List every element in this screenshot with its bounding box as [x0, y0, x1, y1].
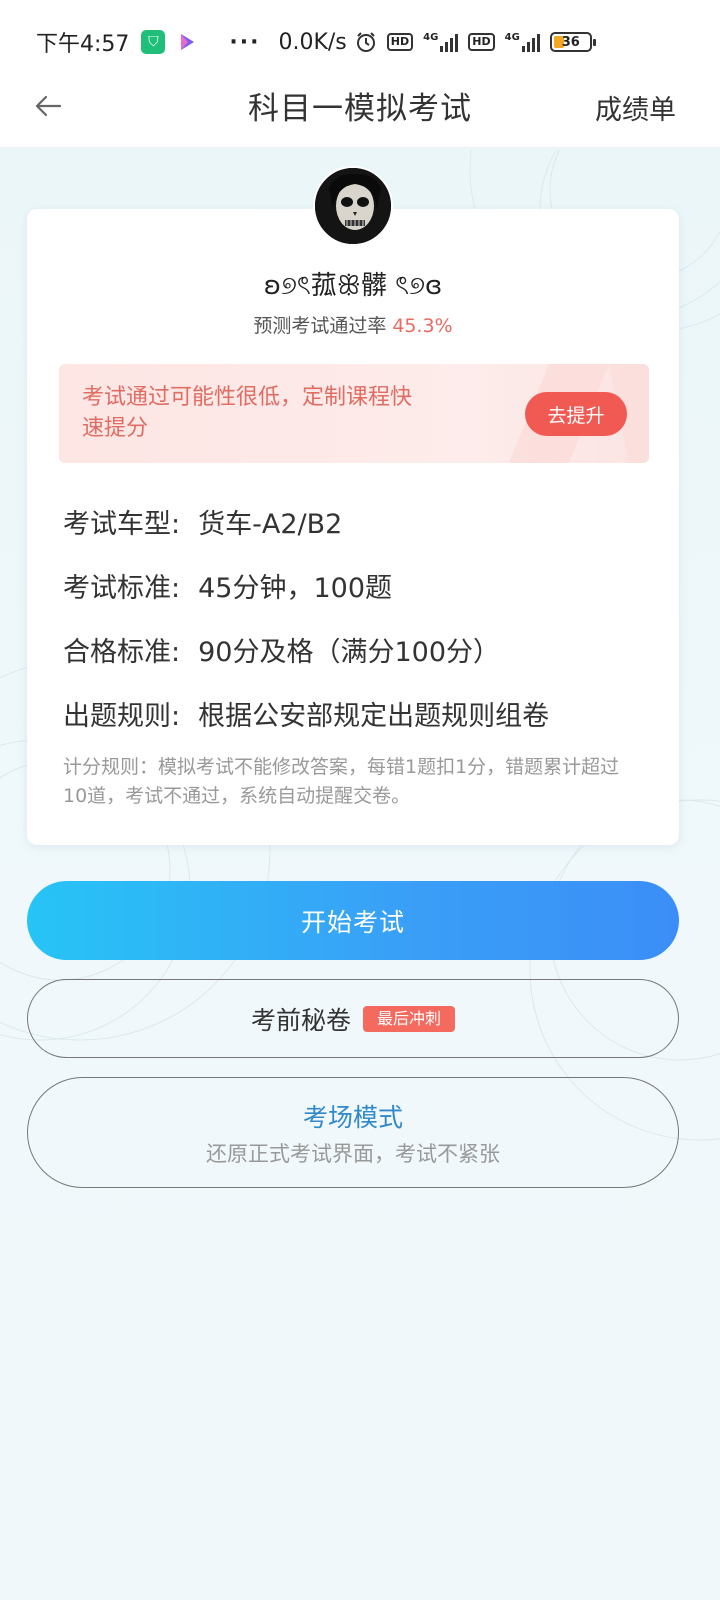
net-speed: 0.0K/s — [278, 29, 347, 55]
page-title: 科目一模拟考试 — [248, 91, 472, 127]
arrow-left-icon — [35, 95, 62, 117]
info-standard: 考试标准: 45分钟，100题 — [63, 566, 392, 605]
pass-value: 90分及格（满分100分） — [198, 637, 501, 668]
info-rule: 出题规则: 根据公安部规定出题规则组卷 — [63, 694, 549, 733]
start-exam-button[interactable]: 开始考试 — [27, 881, 679, 960]
more-notifications-icon: ··· — [229, 29, 261, 55]
pass-label: 合格标准: — [63, 637, 181, 668]
play-store-icon — [175, 30, 200, 54]
avatar[interactable] — [313, 166, 393, 246]
improve-button[interactable]: 去提升 — [525, 392, 627, 436]
scoring-rule-note: 计分规则：模拟考试不能修改答案，每错1题扣1分，错题累计超过10道，考试不通过，… — [63, 756, 620, 807]
rule-label: 出题规则: — [63, 701, 181, 732]
car-type-label: 考试车型: — [63, 509, 181, 540]
standard-value: 45分钟，100题 — [198, 573, 393, 604]
exam-room-mode-button[interactable]: 考场模式 还原正式考试界面，考试不紧张 — [27, 1077, 679, 1188]
hd-icon-2: HD — [468, 33, 495, 51]
nav-bar: 科目一模拟考试 成绩单 — [0, 64, 720, 148]
shield-app-icon: ⛉ — [141, 30, 166, 54]
battery-level: 36 — [561, 34, 580, 50]
back-button[interactable] — [28, 86, 68, 126]
hd-icon: HD — [386, 33, 414, 51]
network-type-2: 4G — [504, 32, 520, 43]
sprint-badge: 最后冲刺 — [363, 1005, 456, 1032]
pass-rate-label: 预测考试通过率 — [253, 315, 387, 337]
alarm-icon — [356, 32, 375, 52]
promo-banner: 考试通过可能性很低，定制课程快速提分 去提升 — [59, 364, 649, 463]
pass-rate: 预测考试通过率 45.3% — [0, 311, 706, 338]
info-car-type: 考试车型: 货车-A2/B2 — [63, 502, 342, 541]
exam-mode-subtitle: 还原正式考试界面，考试不紧张 — [206, 1141, 500, 1166]
signal-2-icon: 4G — [505, 32, 540, 52]
standard-label: 考试标准: — [63, 573, 181, 604]
pass-rate-value: 45.3% — [392, 315, 453, 337]
signal-1-icon: 4G — [423, 32, 459, 52]
secret-label: 考前秘卷 — [250, 1005, 351, 1035]
network-type-1: 4G — [423, 32, 439, 43]
username: ʚ୭ৎ菰ꕥ髒 ৎ୭ɞ — [263, 271, 443, 301]
score-report-link[interactable]: 成绩单 — [595, 88, 676, 127]
battery-icon: 36 — [549, 32, 596, 52]
rule-value: 根据公安部规定出题规则组卷 — [198, 701, 550, 732]
status-time: 下午4:57 — [36, 32, 130, 57]
car-type-value: 货车-A2/B2 — [198, 509, 343, 540]
promo-text: 考试通过可能性很低，定制课程快速提分 — [82, 385, 413, 441]
exam-mode-title: 考场模式 — [302, 1102, 403, 1132]
info-pass: 合格标准: 90分及格（满分100分） — [63, 630, 500, 669]
pre-exam-secret-button[interactable]: 考前秘卷 最后冲刺 — [27, 979, 679, 1058]
